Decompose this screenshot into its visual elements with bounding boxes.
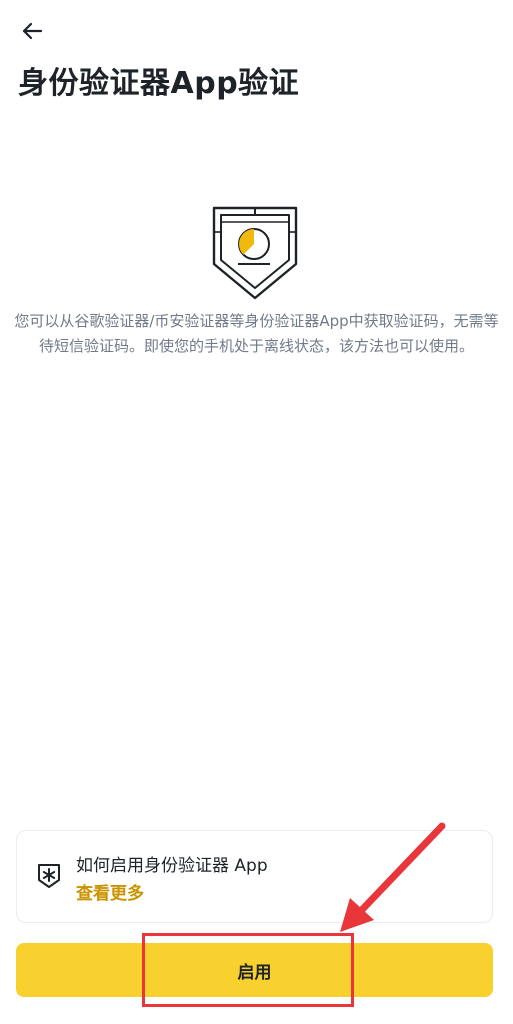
view-more-link[interactable]: 查看更多: [76, 879, 144, 904]
description-text: 您可以从谷歌验证器/币安验证器等身份验证器App中获取验证码，无需等待短信验证码…: [14, 312, 499, 355]
arrow-left-icon: [22, 22, 43, 40]
asterisk-shield-icon: [37, 863, 61, 889]
guide-title: 如何启用身份验证器 App: [76, 856, 268, 876]
authenticator-shield-icon: [208, 202, 302, 302]
enable-button[interactable]: 启用: [16, 943, 493, 997]
back-button[interactable]: [14, 14, 50, 48]
page-title: 身份验证器App验证: [18, 66, 300, 101]
how-to-enable-card[interactable]: 如何启用身份验证器 App 查看更多: [16, 830, 493, 923]
